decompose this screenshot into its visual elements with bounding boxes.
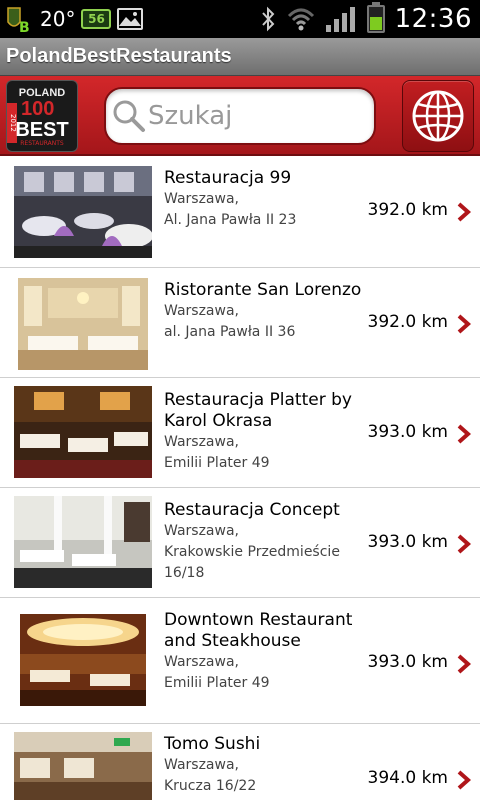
- app-title-bar: PolandBestRestaurants: [0, 38, 480, 76]
- restaurant-address: Al. Jana Pawła II 23: [164, 212, 297, 228]
- restaurant-photo: [18, 278, 148, 370]
- restaurant-address: Emilii Plater 49: [164, 455, 270, 471]
- wifi-icon: [287, 8, 314, 31]
- chevron-right-icon: [457, 424, 472, 444]
- chevron-right-icon: [457, 770, 472, 790]
- system-icons: 12:36: [259, 0, 472, 38]
- restaurant-distance: 392.0 km: [367, 200, 448, 220]
- restaurant-row[interactable]: Tomo Sushi Warszawa, Krucza 16/22 394.0 …: [0, 724, 480, 800]
- restaurant-name: Ristorante San Lorenzo: [164, 280, 362, 300]
- restaurant-photo: [20, 614, 146, 706]
- restaurant-address: Krakowskie Przedmieście 16/18: [164, 544, 340, 581]
- temperature-text: 20°: [40, 7, 76, 31]
- header-bar: POLAND 2012 100 BEST RESTAURANTS: [0, 76, 480, 156]
- logo-best: BEST: [15, 119, 69, 141]
- chevron-right-icon: [457, 202, 472, 222]
- restaurant-name: Tomo Sushi: [164, 734, 261, 754]
- restaurant-info: Ristorante San Lorenzo Warszawa, al. Jan…: [164, 280, 364, 343]
- clock: 12:36: [394, 4, 472, 34]
- chevron-right-icon: [457, 654, 472, 674]
- restaurant-info: Restauracja Concept Warszawa, Krakowskie…: [164, 500, 364, 584]
- restaurant-row[interactable]: Restauracja 99 Warszawa, Al. Jana Pawła …: [0, 156, 480, 268]
- logo-subtitle: RESTAURANTS: [20, 140, 64, 147]
- restaurant-distance: 393.0 km: [367, 422, 448, 442]
- restaurant-city: Warszawa,: [164, 654, 239, 670]
- restaurant-city: Warszawa,: [164, 523, 239, 539]
- app-title: PolandBestRestaurants: [6, 45, 232, 67]
- restaurant-distance: 394.0 km: [367, 768, 448, 788]
- map-button[interactable]: [402, 80, 474, 152]
- restaurant-list[interactable]: Restauracja 99 Warszawa, Al. Jana Pawła …: [0, 156, 480, 800]
- restaurant-city: Warszawa,: [164, 434, 239, 450]
- restaurant-photo: [14, 732, 152, 800]
- battery-icon: [366, 2, 385, 33]
- search-input[interactable]: [148, 101, 368, 131]
- search-icon: [113, 100, 145, 132]
- restaurant-info: Restauracja 99 Warszawa, Al. Jana Pawła …: [164, 168, 364, 231]
- restaurant-info: Downtown Restaurant and Steakhouse Warsz…: [164, 610, 364, 694]
- restaurant-distance: 392.0 km: [367, 312, 448, 332]
- chevron-right-icon: [457, 314, 472, 334]
- battery-widget-value: 56: [88, 12, 105, 26]
- restaurant-photo: [14, 386, 152, 478]
- battery-widget-icon: 56: [81, 9, 112, 29]
- logo-number: 100: [21, 98, 55, 120]
- restaurant-address: Krucza 16/22: [164, 778, 257, 794]
- restaurant-photo: [14, 496, 152, 588]
- status-bar: B 20° 56 12:36: [0, 0, 480, 38]
- restaurant-name: Downtown Restaurant and Steakhouse: [164, 610, 353, 651]
- globe-icon: [412, 90, 464, 142]
- restaurant-address: al. Jana Pawła II 36: [164, 324, 296, 340]
- restaurant-distance: 393.0 km: [367, 652, 448, 672]
- search-box[interactable]: [104, 87, 376, 145]
- restaurant-name: Restauracja Platter by Karol Okrasa: [164, 390, 352, 431]
- svg-text:B: B: [19, 20, 30, 34]
- restaurant-photo: [14, 166, 152, 258]
- restaurant-city: Warszawa,: [164, 757, 239, 773]
- restaurant-row[interactable]: Downtown Restaurant and Steakhouse Warsz…: [0, 598, 480, 724]
- restaurant-address: Emilii Plater 49: [164, 675, 270, 691]
- restaurant-info: Restauracja Platter by Karol Okrasa Wars…: [164, 390, 364, 474]
- bluetooth-icon: [261, 6, 274, 32]
- restaurant-city: Warszawa,: [164, 303, 239, 319]
- restaurant-name: Restauracja Concept: [164, 500, 340, 520]
- chevron-right-icon: [457, 534, 472, 554]
- restaurant-row[interactable]: Ristorante San Lorenzo Warszawa, al. Jan…: [0, 268, 480, 378]
- app-logo[interactable]: POLAND 2012 100 BEST RESTAURANTS: [6, 80, 78, 152]
- app-shield-icon: B: [7, 7, 30, 34]
- restaurant-distance: 393.0 km: [367, 532, 448, 552]
- restaurant-info: Tomo Sushi Warszawa, Krucza 16/22: [164, 734, 364, 797]
- picture-icon: [117, 8, 144, 30]
- restaurant-city: Warszawa,: [164, 191, 239, 207]
- restaurant-row[interactable]: Restauracja Concept Warszawa, Krakowskie…: [0, 488, 480, 598]
- restaurant-name: Restauracja 99: [164, 168, 292, 188]
- restaurant-row[interactable]: Restauracja Platter by Karol Okrasa Wars…: [0, 378, 480, 488]
- notification-icons: B 20° 56: [4, 4, 144, 34]
- signal-icon: [325, 7, 355, 32]
